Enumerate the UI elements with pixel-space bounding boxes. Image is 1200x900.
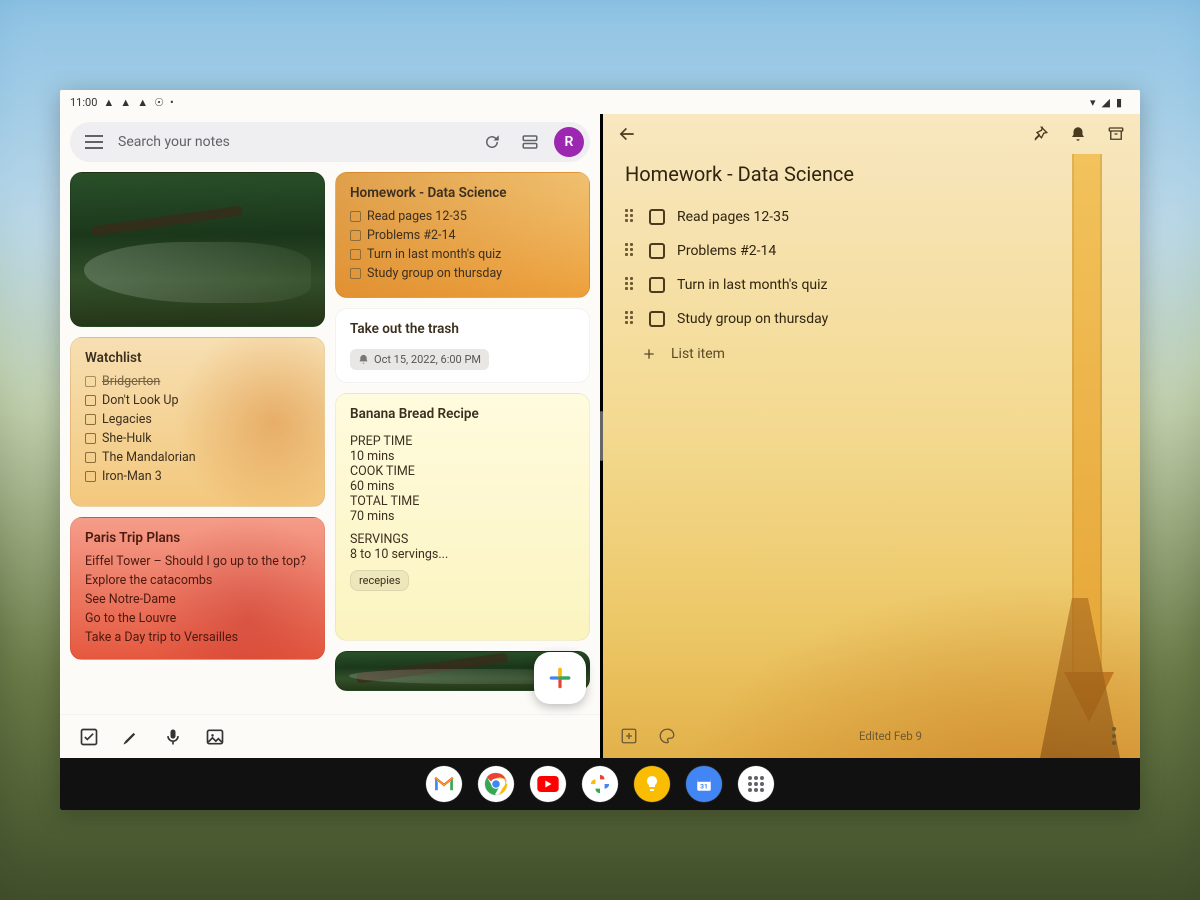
note-title: Watchlist <box>85 350 310 366</box>
detail-toolbar <box>603 114 1140 154</box>
reminder-chip[interactable]: Oct 15, 2022, 6:00 PM <box>350 349 489 370</box>
checklist-item[interactable]: Study group on thursday <box>625 302 1118 336</box>
menu-icon[interactable] <box>80 128 108 156</box>
palette-icon[interactable] <box>657 726 677 746</box>
detail-checklist: Read pages 12-35 Problems #2-14 Turn in … <box>603 200 1140 362</box>
note-card-recipe[interactable]: Banana Bread Recipe PREP TIME 10 mins CO… <box>335 393 590 641</box>
pin-icon[interactable] <box>1030 124 1050 144</box>
checkbox[interactable] <box>649 209 665 225</box>
svg-text:31: 31 <box>700 783 708 791</box>
reminder-icon[interactable] <box>1068 124 1088 144</box>
taskbar-app-calendar[interactable]: 31 <box>686 766 722 802</box>
taskbar-app-photos[interactable] <box>582 766 618 802</box>
tablet-frame: 11:00 ▲ ▲ ▲ ☉ • ▾ ◢ ▮ Search your notes <box>60 90 1140 810</box>
search-bar[interactable]: Search your notes R <box>70 122 590 162</box>
taskbar: 31 <box>60 758 1140 810</box>
checklist-item[interactable]: Turn in last month's quiz <box>625 268 1118 302</box>
archive-icon[interactable] <box>1106 124 1126 144</box>
checkbox[interactable] <box>649 277 665 293</box>
more-icon[interactable] <box>1104 726 1124 746</box>
checklist-item[interactable]: Read pages 12-35 <box>625 200 1118 234</box>
note-detail-pane: Homework - Data Science Read pages 12-35… <box>603 114 1140 758</box>
new-drawing-icon[interactable] <box>120 726 142 748</box>
note-card-watchlist[interactable]: Watchlist Bridgerton Don't Look Up Legac… <box>70 337 325 507</box>
search-placeholder: Search your notes <box>118 134 468 150</box>
checklist-item[interactable]: Problems #2-14 <box>625 234 1118 268</box>
taskbar-app-keep[interactable] <box>634 766 670 802</box>
new-checklist-icon[interactable] <box>78 726 100 748</box>
new-image-icon[interactable] <box>204 726 226 748</box>
dot-icon: • <box>170 96 174 109</box>
status-bar: 11:00 ▲ ▲ ▲ ☉ • ▾ ◢ ▮ <box>60 90 1140 114</box>
add-list-item[interactable]: List item <box>625 336 1118 362</box>
account-avatar[interactable]: R <box>554 127 584 157</box>
note-card-paris[interactable]: Paris Trip Plans Eiffel Tower – Should I… <box>70 517 325 660</box>
wifi-icon: ▾ <box>1090 96 1096 109</box>
quick-create-toolbar <box>60 714 600 758</box>
taskbar-app-chrome[interactable] <box>478 766 514 802</box>
view-toggle-icon[interactable] <box>516 128 544 156</box>
circle-icon: ☉ <box>154 96 164 109</box>
warning-icon: ▲ <box>103 96 114 109</box>
taskbar-app-gmail[interactable] <box>426 766 462 802</box>
note-title: Take out the trash <box>350 321 575 337</box>
drag-handle-icon[interactable] <box>625 243 637 259</box>
checkbox[interactable] <box>649 311 665 327</box>
notes-list-pane: Search your notes R Watchlist Bridgerton <box>60 114 600 758</box>
notes-grid[interactable]: Watchlist Bridgerton Don't Look Up Legac… <box>60 172 600 714</box>
new-audio-icon[interactable] <box>162 726 184 748</box>
detail-title[interactable]: Homework - Data Science <box>603 154 1140 200</box>
status-time: 11:00 <box>70 96 97 109</box>
taskbar-app-youtube[interactable] <box>530 766 566 802</box>
taskbar-app-allapps[interactable] <box>738 766 774 802</box>
refresh-icon[interactable] <box>478 128 506 156</box>
detail-bottom-toolbar: Edited Feb 9 <box>603 714 1140 758</box>
note-card-homework[interactable]: Homework - Data Science Read pages 12-35… <box>335 172 590 298</box>
drag-handle-icon[interactable] <box>625 209 637 225</box>
drag-handle-icon[interactable] <box>625 277 637 293</box>
note-card-image[interactable] <box>70 172 325 327</box>
note-title: Homework - Data Science <box>350 185 575 201</box>
warning-icon: ▲ <box>120 96 131 109</box>
battery-icon: ▮ <box>1116 96 1122 109</box>
edited-timestamp: Edited Feb 9 <box>695 729 1086 743</box>
note-title: Banana Bread Recipe <box>350 406 575 422</box>
warning-icon: ▲ <box>137 96 148 109</box>
add-box-icon[interactable] <box>619 726 639 746</box>
note-card-trash[interactable]: Take out the trash Oct 15, 2022, 6:00 PM <box>335 308 590 383</box>
new-note-fab[interactable] <box>534 652 586 704</box>
label-chip[interactable]: recepies <box>350 570 409 591</box>
checkbox[interactable] <box>649 243 665 259</box>
signal-icon: ◢ <box>1101 96 1109 109</box>
back-icon[interactable] <box>617 124 637 144</box>
drag-handle-icon[interactable] <box>625 311 637 327</box>
note-title: Paris Trip Plans <box>85 530 310 546</box>
